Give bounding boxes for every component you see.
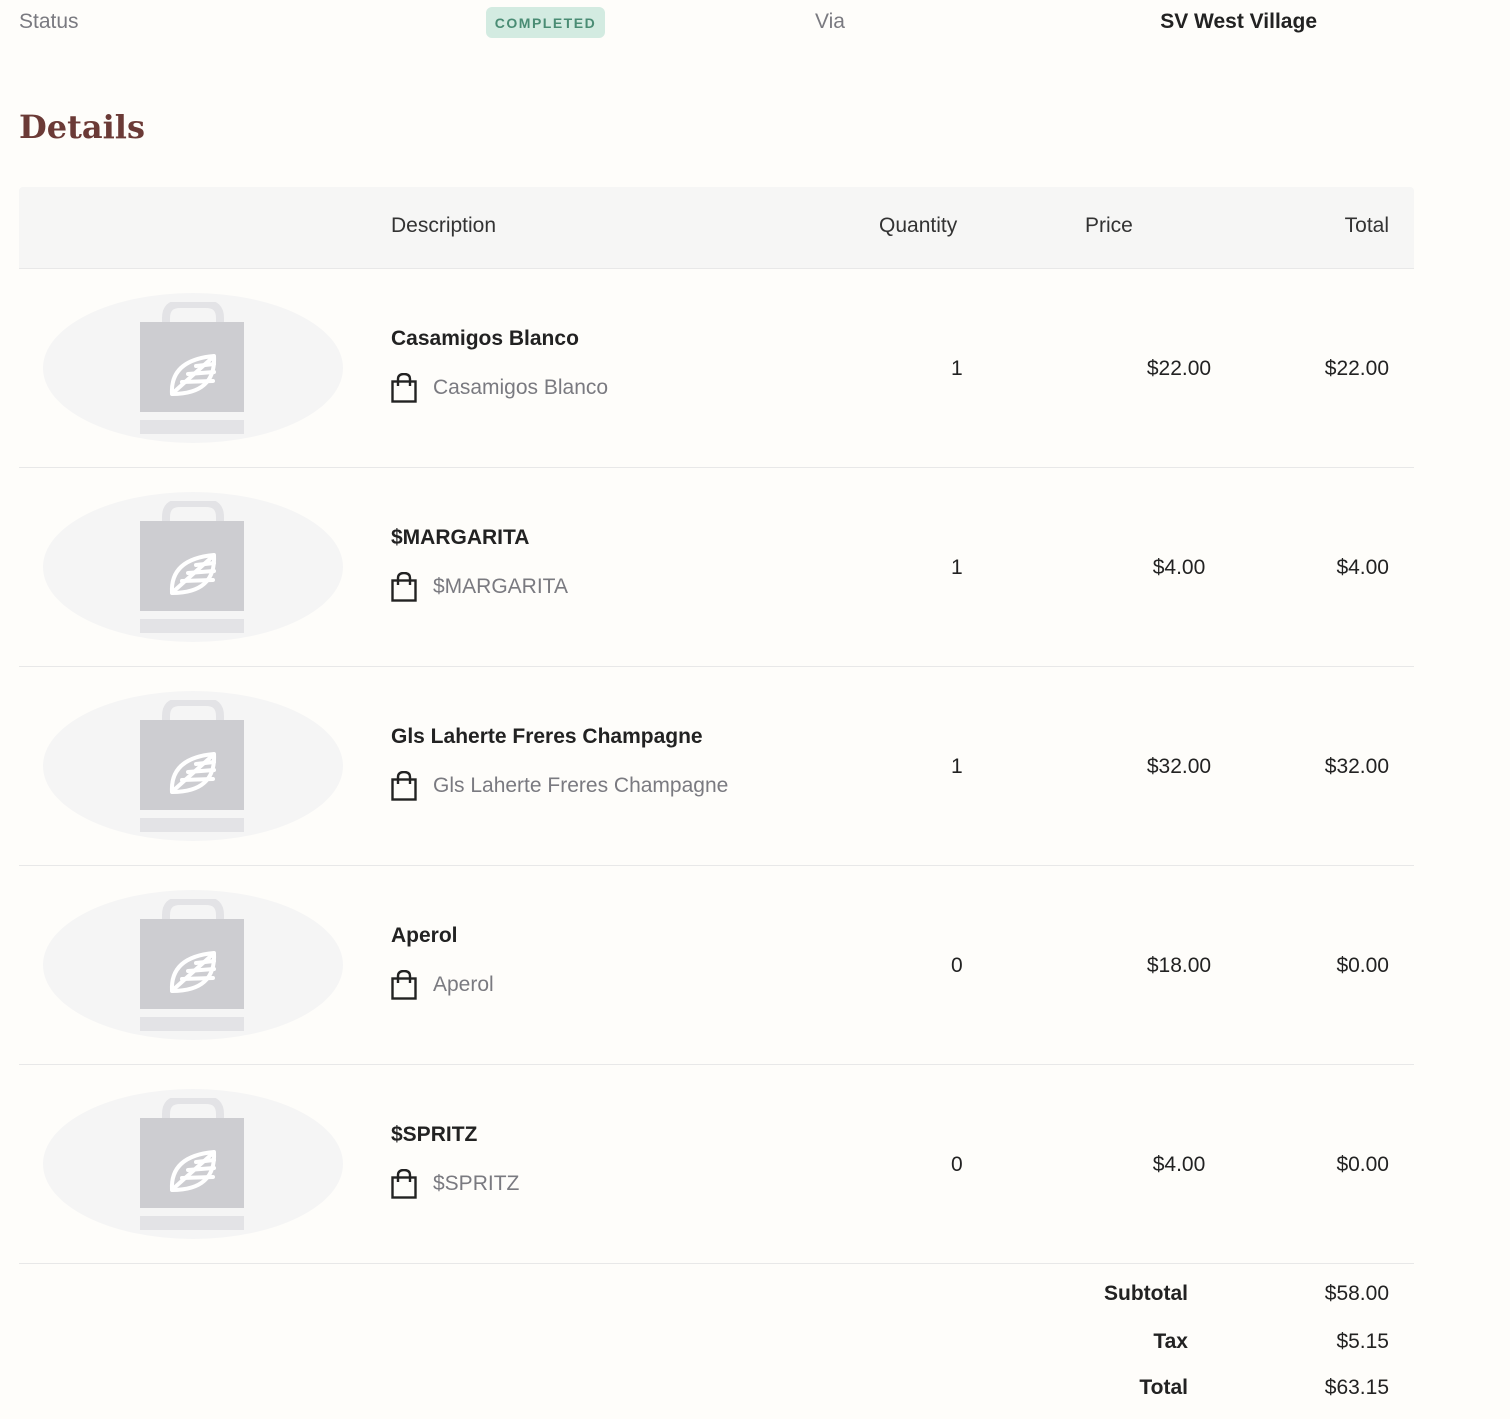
column-header-description: Description <box>391 214 497 237</box>
order-meta-row: Status COMPLETED Via SV West Village <box>0 0 1414 46</box>
item-total: $32.00 <box>1324 755 1389 778</box>
item-price: $4.00 <box>1152 556 1206 579</box>
shopping-bag-leaf-placeholder-icon <box>140 302 244 434</box>
total-row: Total $63.15 <box>989 1376 1389 1406</box>
item-name: Casamigos Blanco <box>391 327 579 350</box>
item-subline: Gls Laherte Freres Champagne <box>391 771 728 801</box>
total-value: $63.15 <box>1324 1376 1389 1399</box>
shopping-bag-leaf-placeholder-icon <box>140 700 244 832</box>
column-header-quantity: Quantity <box>879 214 958 237</box>
total-label: Total <box>1139 1376 1188 1399</box>
table-row: Casamigos Blanco Casamigos Blanco 1 $22.… <box>19 269 1414 468</box>
item-thumbnail <box>43 890 343 1040</box>
shopping-bag-icon <box>391 373 417 403</box>
table-row: Aperol Aperol 0 $18.00 $0.00 <box>19 866 1414 1065</box>
item-total: $22.00 <box>1324 357 1389 380</box>
shopping-bag-icon <box>391 572 417 602</box>
item-price: $22.00 <box>1146 357 1212 380</box>
item-thumbnail <box>43 293 343 443</box>
order-summary: Subtotal $58.00 Tax $5.15 Total $63.15 <box>19 1264 1414 1419</box>
shopping-bag-icon <box>391 771 417 801</box>
item-variant: Casamigos Blanco <box>433 376 609 399</box>
shopping-bag-leaf-placeholder-icon <box>140 1098 244 1230</box>
item-thumbnail <box>43 691 343 841</box>
details-table: Description Quantity Price Total Casamig… <box>19 187 1414 1419</box>
via-label: Via <box>815 10 845 33</box>
shopping-bag-icon <box>391 970 417 1000</box>
shopping-bag-leaf-placeholder-icon <box>140 501 244 633</box>
item-total: $0.00 <box>1336 1153 1389 1176</box>
item-quantity: 0 <box>951 1153 963 1176</box>
item-thumbnail <box>43 492 343 642</box>
item-total: $4.00 <box>1336 556 1389 579</box>
details-title: Details <box>19 108 145 146</box>
table-header: Description Quantity Price Total <box>19 187 1414 269</box>
item-name: Gls Laherte Freres Champagne <box>391 725 703 748</box>
status-label: Status <box>19 10 79 33</box>
item-name: $MARGARITA <box>391 526 530 549</box>
item-quantity: 0 <box>951 954 963 977</box>
item-name: $SPRITZ <box>391 1123 478 1146</box>
subtotal-row: Subtotal $58.00 <box>989 1282 1389 1312</box>
item-price: $4.00 <box>1152 1153 1206 1176</box>
item-subline: Aperol <box>391 970 494 1000</box>
item-quantity: 1 <box>951 755 963 778</box>
item-price: $18.00 <box>1146 954 1212 977</box>
tax-row: Tax $5.15 <box>989 1330 1389 1360</box>
subtotal-value: $58.00 <box>1324 1282 1389 1305</box>
item-thumbnail <box>43 1089 343 1239</box>
tax-label: Tax <box>1153 1330 1188 1353</box>
subtotal-label: Subtotal <box>1104 1282 1188 1305</box>
tax-value: $5.15 <box>1336 1330 1389 1353</box>
item-variant: Aperol <box>433 973 494 996</box>
table-row: Gls Laherte Freres Champagne Gls Laherte… <box>19 667 1414 866</box>
item-total: $0.00 <box>1336 954 1389 977</box>
status-badge: COMPLETED <box>486 7 605 38</box>
table-row: $MARGARITA $MARGARITA 1 $4.00 $4.00 <box>19 468 1414 667</box>
column-header-price: Price <box>1085 214 1133 237</box>
item-variant: Gls Laherte Freres Champagne <box>433 774 729 797</box>
shopping-bag-icon <box>391 1169 417 1199</box>
item-name: Aperol <box>391 924 458 947</box>
item-variant: $MARGARITA <box>433 575 568 598</box>
item-subline: $SPRITZ <box>391 1169 519 1199</box>
shopping-bag-leaf-placeholder-icon <box>140 899 244 1031</box>
item-subline: $MARGARITA <box>391 572 568 602</box>
item-price: $32.00 <box>1146 755 1212 778</box>
item-subline: Casamigos Blanco <box>391 373 608 403</box>
via-value: SV West Village <box>1160 10 1317 33</box>
item-quantity: 1 <box>951 357 963 380</box>
item-variant: $SPRITZ <box>433 1172 520 1195</box>
table-row: $SPRITZ $SPRITZ 0 $4.00 $0.00 <box>19 1065 1414 1264</box>
column-header-total: Total <box>1344 214 1389 237</box>
item-quantity: 1 <box>951 556 963 579</box>
